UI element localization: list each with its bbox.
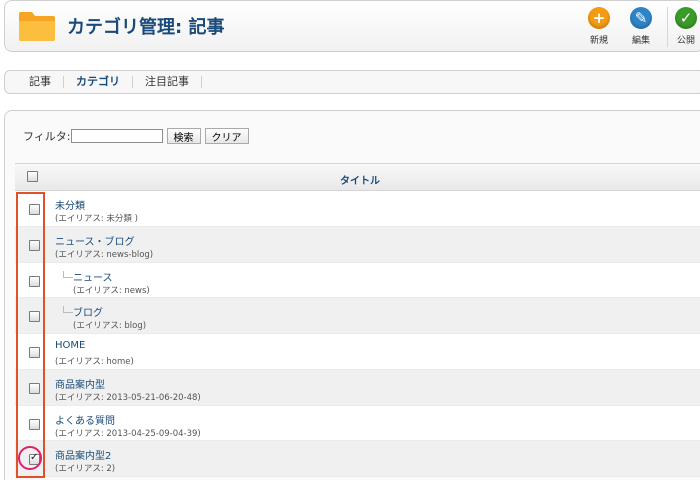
row-checkbox[interactable] [29, 382, 40, 394]
category-table: タイトル 未分類 (エイリアス: 未分類 ) ニュース・ブログ (エイリアス: new… [15, 163, 700, 477]
publish-label: 公開 [676, 36, 695, 46]
table-row: ブログ (エイリアス: blog) [15, 298, 700, 334]
category-alias: (エイリアス: 2013-05-21-06-20-48) [55, 392, 201, 403]
tree-connector [63, 306, 73, 314]
category-name-link[interactable]: よくある質問 [55, 412, 115, 427]
row-checkbox[interactable] [29, 347, 40, 358]
check-icon: ✓ [675, 7, 697, 29]
table-row: ニュース (エイリアス: news) [15, 262, 700, 299]
search-button[interactable]: 検索 [166, 128, 201, 144]
edit-label: 編集 [631, 36, 650, 46]
category-name-link[interactable]: ニュース [73, 269, 113, 284]
category-name-link[interactable]: 未分類 [55, 197, 85, 212]
column-title[interactable]: タイトル [15, 172, 700, 187]
clear-button[interactable]: クリア [204, 128, 249, 144]
category-alias: (エイリアス: 2013-04-25-09-04-39) [55, 428, 201, 439]
category-name-link[interactable]: ニュース・ブログ [55, 233, 135, 248]
submenu-item-0[interactable]: 記事 [17, 76, 64, 88]
category-alias: (エイリアス: 未分類 ) [55, 214, 138, 224]
category-alias: (エイリアス: news) [73, 285, 150, 296]
table-row: HOME (エイリアス: home) [15, 334, 700, 370]
row-checkbox[interactable] [29, 239, 40, 251]
table-header: タイトル [15, 163, 700, 191]
table-row: 商品案内型 (エイリアス: 2013-05-21-06-20-48) [15, 369, 700, 406]
row-checkbox[interactable] [29, 418, 40, 430]
category-name-link[interactable]: 商品案内型2 [55, 447, 111, 462]
row-checkbox[interactable] [29, 204, 40, 215]
folder-icon [19, 12, 55, 41]
header-panel: カテゴリ管理: 記事 + 新規 ✎ 編集 ✓ 公開 [4, 0, 700, 52]
category-alias: (エイリアス: 2) [55, 464, 116, 475]
plus-icon: + [588, 7, 610, 29]
table-row: 未分類 (エイリアス: 未分類 ) [15, 191, 700, 227]
filter-label: フィルタ: [23, 130, 71, 143]
row-checkbox[interactable] [29, 452, 40, 466]
new-button[interactable]: + 新規 [579, 7, 619, 49]
row-checkbox[interactable] [29, 311, 40, 323]
category-alias: (エイリアス: news-blog) [55, 249, 154, 260]
table-row: 商品案内型2 (エイリアス: 2) [15, 441, 700, 477]
category-alias: (エイリアス: blog) [73, 321, 147, 332]
tree-connector [63, 270, 73, 278]
submenu-item-2[interactable]: 注目記事 [133, 76, 202, 88]
pencil-icon: ✎ [630, 7, 652, 29]
toolbar-separator [667, 7, 668, 47]
row-checkbox[interactable] [29, 275, 40, 287]
category-alias: (エイリアス: home) [55, 357, 134, 367]
main-panel: フィルタ: 検索 クリア タイトル 未分類 (エイリアス: 未分類 ) ニュース・ブ… [4, 110, 700, 480]
edit-button[interactable]: ✎ 編集 [621, 7, 661, 49]
category-name-link[interactable]: HOME [55, 340, 85, 351]
category-name-link[interactable]: 商品案内型 [55, 376, 105, 391]
table-row: よくある質問 (エイリアス: 2013-04-25-09-04-39) [15, 405, 700, 442]
new-label: 新規 [589, 36, 608, 46]
category-name-link[interactable]: ブログ [73, 304, 103, 319]
submenu: 記事 カテゴリ 注目記事 [4, 70, 700, 94]
page-title: カテゴリ管理: 記事 [67, 17, 225, 38]
publish-button[interactable]: ✓ 公開 [666, 7, 700, 49]
table-row: ニュース・ブログ (エイリアス: news-blog) [15, 226, 700, 263]
submenu-item-1[interactable]: カテゴリ [64, 76, 133, 88]
filter-input[interactable] [70, 129, 163, 143]
filter-row: フィルタ: 検索 クリア [23, 128, 249, 144]
